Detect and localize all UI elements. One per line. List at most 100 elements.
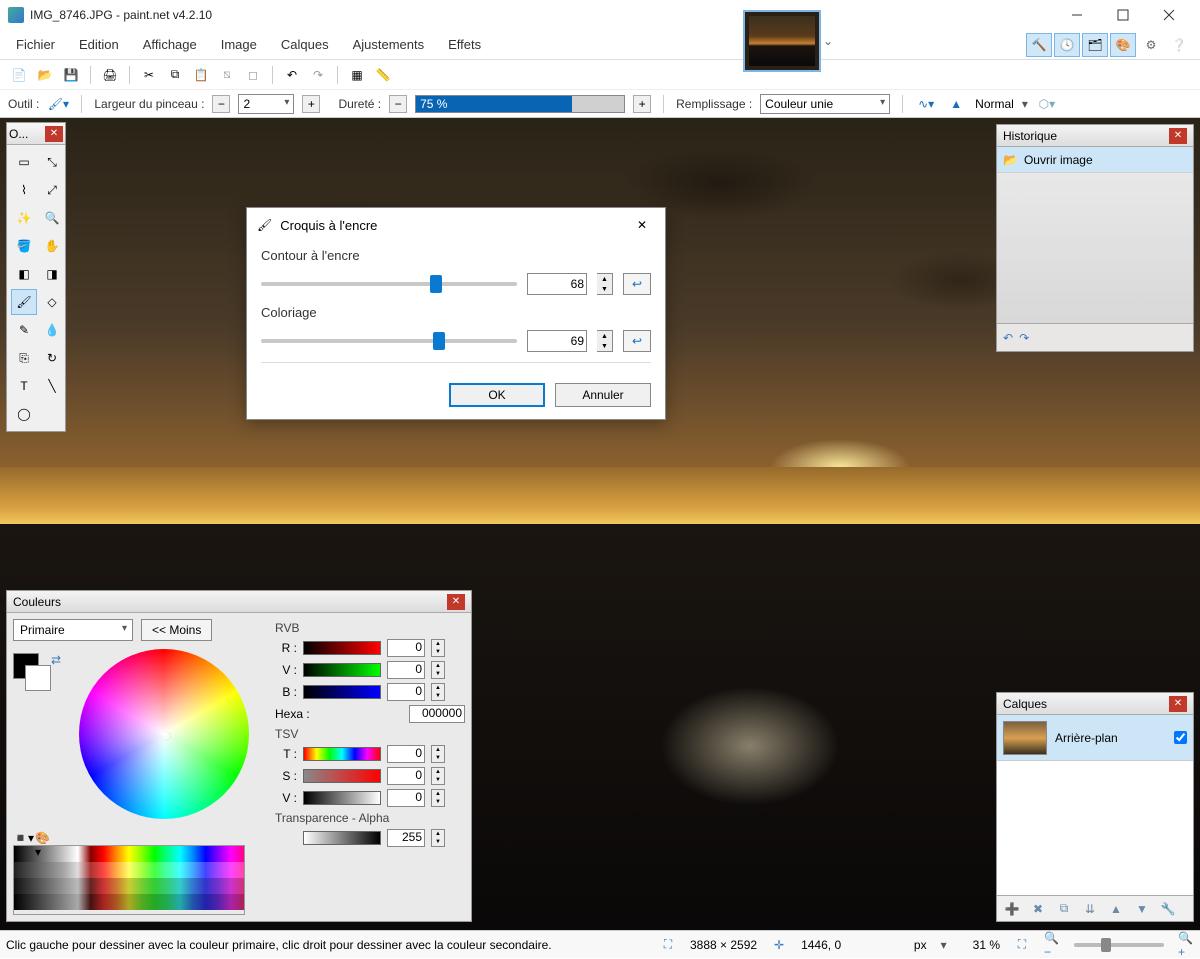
maximize-button[interactable] <box>1100 0 1146 30</box>
colors-close-button[interactable]: ✕ <box>447 594 465 610</box>
redo-icon[interactable]: ↷ <box>307 64 329 86</box>
current-tool-icon[interactable]: 🖌▾ <box>47 93 69 115</box>
layer-delete-icon[interactable]: ✖ <box>1027 899 1049 919</box>
tool-move-selection[interactable]: ⤢ <box>39 177 65 203</box>
tool-pencil[interactable]: ✎ <box>11 317 37 343</box>
palette-menu-icon[interactable]: 🎨▾ <box>35 831 53 845</box>
t-slider[interactable] <box>303 747 381 761</box>
layer-visible-checkbox[interactable] <box>1174 731 1187 744</box>
less-button[interactable]: << Moins <box>141 619 212 641</box>
tool-eyedropper[interactable]: 💧 <box>39 317 65 343</box>
blend-icon[interactable]: ▲ <box>945 93 967 115</box>
zoom-out-icon[interactable]: 🔍− <box>1044 937 1060 953</box>
color-wheel[interactable] <box>79 649 249 819</box>
open-icon[interactable]: 📂 <box>34 64 56 86</box>
r-value[interactable]: 0 <box>387 639 425 657</box>
layer-duplicate-icon[interactable]: ⧉ <box>1053 899 1075 919</box>
help-button[interactable]: ❔ <box>1166 33 1192 57</box>
close-button[interactable] <box>1146 0 1192 30</box>
redo-all-icon[interactable]: ↷ <box>1019 331 1029 345</box>
s-value[interactable]: 0 <box>387 767 425 785</box>
undo-icon[interactable]: ↶ <box>281 64 303 86</box>
cancel-button[interactable]: Annuler <box>555 383 651 407</box>
brush-width-combo[interactable]: 2 <box>238 94 294 114</box>
ruler-icon[interactable]: 📏 <box>372 64 394 86</box>
alpha-value[interactable]: 255 <box>387 829 425 847</box>
s-slider[interactable] <box>303 769 381 783</box>
hardness-slider[interactable]: 75 % <box>415 95 625 113</box>
layer-props-icon[interactable]: 🔧 <box>1157 899 1179 919</box>
r-spinner[interactable]: ▲▼ <box>431 639 445 657</box>
v2-value[interactable]: 0 <box>387 789 425 807</box>
tool-bucket[interactable]: 🪣 <box>11 233 37 259</box>
tools-window-toggle[interactable]: 🔨 <box>1026 33 1052 57</box>
save-icon[interactable]: 💾 <box>60 64 82 86</box>
color-swatches[interactable]: ⇄ <box>13 653 57 697</box>
paste-icon[interactable]: 📋 <box>190 64 212 86</box>
tool-gradient[interactable]: ◧ <box>11 261 37 287</box>
unit-label[interactable]: px <box>914 938 927 952</box>
b-spinner[interactable]: ▲▼ <box>431 683 445 701</box>
tool-zoom[interactable]: 🔍 <box>39 205 65 231</box>
colors-window-toggle[interactable]: 🎨 <box>1110 33 1136 57</box>
v2-slider[interactable] <box>303 791 381 805</box>
grid-icon[interactable]: ▦ <box>346 64 368 86</box>
brush-width-minus[interactable]: − <box>212 95 230 113</box>
thumbnail-dropdown[interactable]: ⌄ <box>821 10 835 72</box>
tool-shapes-alt[interactable]: ◨ <box>39 261 65 287</box>
tool-move-selected[interactable]: ⤡ <box>39 149 65 175</box>
primary-secondary-combo[interactable]: Primaire <box>13 619 133 641</box>
zoom-in-icon[interactable]: 🔍+ <box>1178 937 1194 953</box>
fill-combo[interactable]: Couleur unie <box>760 94 890 114</box>
blend-mode[interactable]: Normal <box>975 97 1014 111</box>
ok-button[interactable]: OK <box>449 383 545 407</box>
menu-effects[interactable]: Effets <box>436 33 493 56</box>
contour-spinner[interactable]: ▲▼ <box>597 273 613 295</box>
tool-line[interactable]: ╲ <box>39 373 65 399</box>
menu-file[interactable]: Fichier <box>4 33 67 56</box>
tool-text[interactable]: T <box>11 373 37 399</box>
copy-icon[interactable]: ⧉ <box>164 64 186 86</box>
zoom-slider[interactable] <box>1074 943 1164 947</box>
menu-adjustments[interactable]: Ajustements <box>341 33 437 56</box>
t-value[interactable]: 0 <box>387 745 425 763</box>
tool-clone[interactable]: ⎘ <box>11 345 37 371</box>
crop-icon[interactable]: ⧅ <box>216 64 238 86</box>
coloring-value[interactable]: 69 <box>527 330 587 352</box>
contour-slider[interactable] <box>261 282 517 286</box>
menu-image[interactable]: Image <box>209 33 269 56</box>
palette-add-icon[interactable]: ◾▾ <box>13 831 31 845</box>
b-slider[interactable] <box>303 685 381 699</box>
tool-paintbrush[interactable]: 🖌 <box>11 289 37 315</box>
tool-pan[interactable]: ✋ <box>39 233 65 259</box>
alpha-slider[interactable] <box>303 831 381 845</box>
layer-merge-icon[interactable]: ⇊ <box>1079 899 1101 919</box>
menu-view[interactable]: Affichage <box>131 33 209 56</box>
contour-reset-button[interactable]: ↩ <box>623 273 651 295</box>
menu-edit[interactable]: Edition <box>67 33 131 56</box>
tools-close-button[interactable]: ✕ <box>45 126 63 142</box>
r-slider[interactable] <box>303 641 381 655</box>
cut-icon[interactable]: ✂ <box>138 64 160 86</box>
deselect-icon[interactable]: ◻ <box>242 64 264 86</box>
tool-magic-wand[interactable]: ✨ <box>11 205 37 231</box>
document-thumbnail[interactable] <box>743 10 821 72</box>
layer-add-icon[interactable]: ➕ <box>1001 899 1023 919</box>
b-value[interactable]: 0 <box>387 683 425 701</box>
v-value[interactable]: 0 <box>387 661 425 679</box>
layer-down-icon[interactable]: ▼ <box>1131 899 1153 919</box>
minimize-button[interactable] <box>1054 0 1100 30</box>
coloring-slider[interactable] <box>261 339 517 343</box>
antialias-icon[interactable]: ∿▾ <box>915 93 937 115</box>
undo-all-icon[interactable]: ↶ <box>1003 331 1013 345</box>
tool-rect-select[interactable]: ▭ <box>11 149 37 175</box>
hardness-plus[interactable]: + <box>633 95 651 113</box>
layers-window-toggle[interactable]: 🗂 <box>1082 33 1108 57</box>
hex-input[interactable]: 000000 <box>409 705 465 723</box>
history-close-button[interactable]: ✕ <box>1169 128 1187 144</box>
swap-icon[interactable]: ⇄ <box>51 653 61 667</box>
tool-eraser[interactable]: ◇ <box>39 289 65 315</box>
layers-close-button[interactable]: ✕ <box>1169 696 1187 712</box>
dialog-close-button[interactable]: ✕ <box>629 212 655 238</box>
history-item[interactable]: 📂Ouvrir image <box>997 147 1193 173</box>
